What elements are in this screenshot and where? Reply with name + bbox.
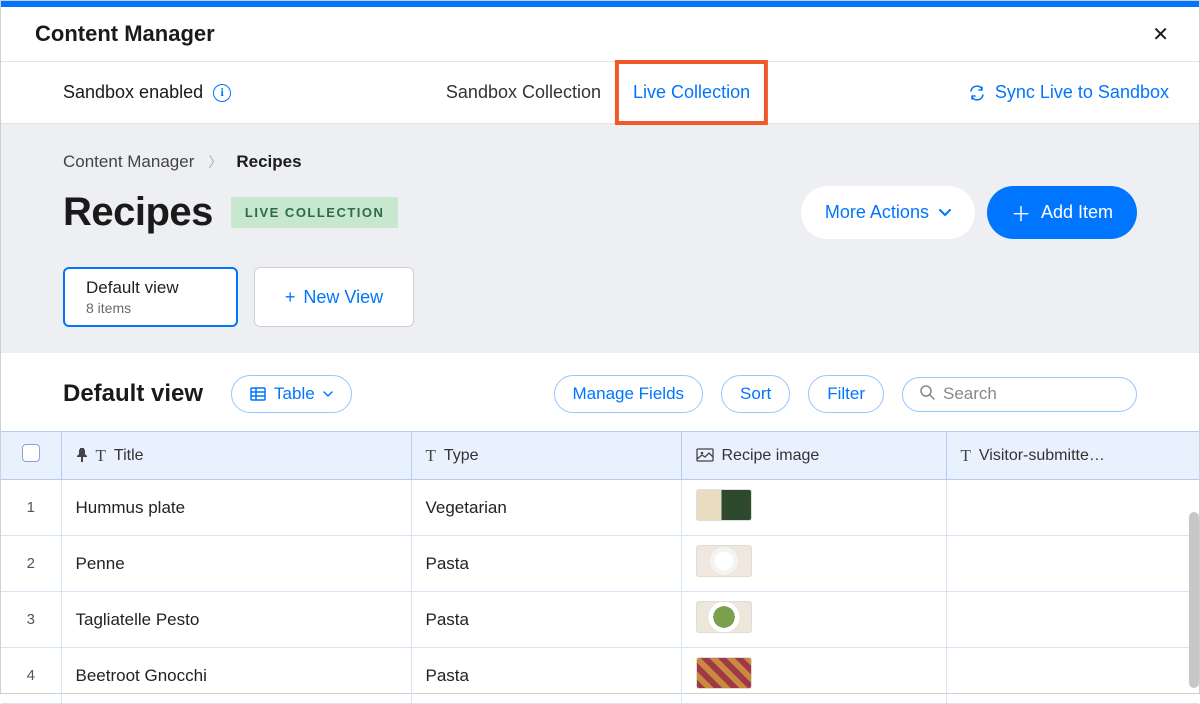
recipe-thumbnail xyxy=(696,489,752,521)
pin-icon xyxy=(76,447,88,465)
cell-visitor[interactable] xyxy=(946,592,1199,648)
cell-type[interactable]: Pasta xyxy=(411,536,681,592)
title-actions: More Actions ＋ Add Item xyxy=(801,186,1137,239)
view-chip-default[interactable]: Default view 8 items xyxy=(63,267,238,327)
table-row[interactable]: 3 Tagliatelle Pesto Pasta xyxy=(1,592,1199,648)
breadcrumb-root[interactable]: Content Manager xyxy=(63,152,194,172)
cell-visitor[interactable] xyxy=(946,648,1199,704)
header-bar: Content Manager ✕ xyxy=(1,7,1199,62)
sync-label: Sync Live to Sandbox xyxy=(995,82,1169,103)
column-visitor[interactable]: T Visitor-submitte… xyxy=(946,432,1199,480)
column-image-label: Recipe image xyxy=(722,447,820,465)
cell-title[interactable]: Tagliatelle Pesto xyxy=(61,592,411,648)
chevron-right-icon: 〉 xyxy=(208,152,222,172)
more-actions-button[interactable]: More Actions xyxy=(801,186,975,239)
plus-icon: + xyxy=(285,287,296,308)
text-type-icon: T xyxy=(961,446,971,466)
sort-button[interactable]: Sort xyxy=(721,375,790,413)
text-type-icon: T xyxy=(96,446,106,466)
column-type[interactable]: T Type xyxy=(411,432,681,480)
sandbox-status: Sandbox enabled i xyxy=(63,82,231,103)
info-icon[interactable]: i xyxy=(213,84,231,102)
column-type-label: Type xyxy=(444,447,479,465)
search-icon xyxy=(919,384,935,405)
more-actions-label: More Actions xyxy=(825,202,929,223)
current-view-title: Default view xyxy=(63,380,203,408)
tab-live-highlight: Live Collection xyxy=(615,60,768,125)
column-image[interactable]: Recipe image xyxy=(681,432,946,480)
filter-button[interactable]: Filter xyxy=(808,375,884,413)
text-type-icon: T xyxy=(426,446,436,466)
cell-type[interactable]: Pasta xyxy=(411,592,681,648)
cell-image[interactable] xyxy=(681,592,946,648)
close-icon[interactable]: ✕ xyxy=(1152,22,1169,47)
search-field-wrap[interactable] xyxy=(902,377,1137,412)
chevron-down-icon xyxy=(323,387,333,401)
live-collection-badge: LIVE COLLECTION xyxy=(231,197,399,228)
cell-visitor[interactable] xyxy=(946,536,1199,592)
view-type-selector[interactable]: Table xyxy=(231,375,352,413)
column-visitor-label: Visitor-submitte… xyxy=(979,447,1105,465)
cell-image[interactable] xyxy=(681,480,946,536)
tab-sandbox-collection[interactable]: Sandbox Collection xyxy=(432,64,615,121)
table-row[interactable]: 2 Penne Pasta xyxy=(1,536,1199,592)
plus-icon: ＋ xyxy=(1011,198,1031,227)
collection-tabs: Sandbox Collection Live Collection xyxy=(432,60,768,125)
recipe-thumbnail xyxy=(696,601,752,633)
table-icon xyxy=(250,387,266,401)
sandbox-status-label: Sandbox enabled xyxy=(63,82,203,103)
cell-image[interactable] xyxy=(681,536,946,592)
sync-icon xyxy=(969,85,985,101)
row-number: 1 xyxy=(1,480,61,536)
table-row[interactable]: 1 Hummus plate Vegetarian xyxy=(1,480,1199,536)
row-number: 3 xyxy=(1,592,61,648)
cell-title[interactable]: Beetroot Gnocchi xyxy=(61,648,411,704)
cell-type[interactable]: Vegetarian xyxy=(411,480,681,536)
breadcrumb: Content Manager 〉 Recipes xyxy=(63,152,1137,172)
search-input[interactable] xyxy=(943,384,1164,404)
view-chips: Default view 8 items + New View xyxy=(63,267,1137,327)
add-item-button[interactable]: ＋ Add Item xyxy=(987,186,1137,239)
cell-type[interactable]: Pasta xyxy=(411,648,681,704)
image-type-icon xyxy=(696,447,714,465)
recipe-thumbnail xyxy=(696,657,752,689)
add-item-label: Add Item xyxy=(1041,202,1113,223)
breadcrumb-current: Recipes xyxy=(236,152,301,172)
recipe-thumbnail xyxy=(696,545,752,577)
row-number: 2 xyxy=(1,536,61,592)
collection-mode-bar: Sandbox enabled i Sandbox Collection Liv… xyxy=(1,62,1199,124)
chevron-down-icon xyxy=(939,206,951,220)
view-chip-count: 8 items xyxy=(86,300,215,316)
page-header-region: Content Manager 〉 Recipes Recipes LIVE C… xyxy=(1,124,1199,353)
table-row[interactable]: 4 Beetroot Gnocchi Pasta xyxy=(1,648,1199,704)
manage-fields-button[interactable]: Manage Fields xyxy=(554,375,704,413)
cell-image[interactable] xyxy=(681,648,946,704)
checkbox-icon[interactable] xyxy=(22,444,40,462)
scrollbar-vertical[interactable] xyxy=(1189,512,1199,688)
cell-title[interactable]: Penne xyxy=(61,536,411,592)
select-all-header[interactable] xyxy=(1,432,61,480)
new-view-button[interactable]: + New View xyxy=(254,267,414,327)
app-title: Content Manager xyxy=(35,21,215,47)
title-row: Recipes LIVE COLLECTION More Actions ＋ A… xyxy=(63,186,1137,239)
column-title-label: Title xyxy=(114,447,144,465)
view-type-label: Table xyxy=(274,384,315,404)
new-view-label: New View xyxy=(303,287,383,308)
row-number: 4 xyxy=(1,648,61,704)
sync-live-to-sandbox-link[interactable]: Sync Live to Sandbox xyxy=(969,82,1169,103)
table-toolbar: Default view Table Manage Fields Sort Fi… xyxy=(1,353,1199,431)
column-title[interactable]: T Title xyxy=(61,432,411,480)
cell-visitor[interactable] xyxy=(946,480,1199,536)
view-chip-title: Default view xyxy=(86,278,215,298)
cell-title[interactable]: Hummus plate xyxy=(61,480,411,536)
data-table: T Title T Type xyxy=(1,431,1199,704)
tab-live-collection[interactable]: Live Collection xyxy=(619,64,764,121)
page-title: Recipes xyxy=(63,190,213,235)
